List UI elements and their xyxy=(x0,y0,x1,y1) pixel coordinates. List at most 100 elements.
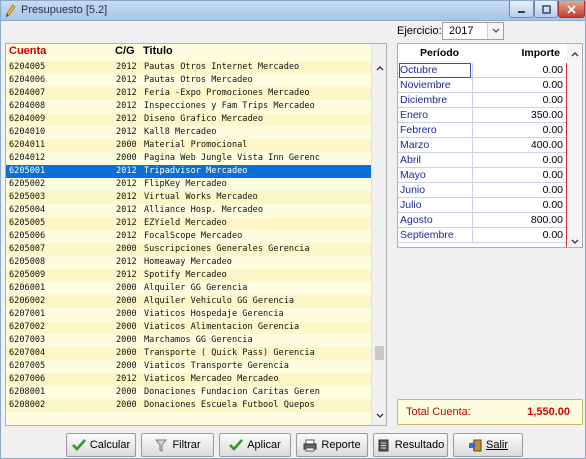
cell-cg: 2000 xyxy=(116,348,137,358)
period-grid-scrollbar[interactable] xyxy=(567,44,582,247)
scroll-down-button[interactable] xyxy=(372,408,386,423)
cell-titulo: Alquiler GG Gerencia xyxy=(144,283,248,293)
period-importe[interactable]: 0.00 xyxy=(543,64,563,76)
cell-cuenta: 6204010 xyxy=(9,127,46,137)
period-row[interactable]: Junio 0.00 xyxy=(398,183,568,198)
account-row[interactable]: 6205007 2000 Suscripciones Generales Geren… xyxy=(6,243,372,256)
period-rows: Octubre 0.00 Noviembre 0.00 Diciembre 0.00 Ene… xyxy=(398,63,568,243)
period-importe[interactable]: 0.00 xyxy=(543,169,563,181)
header-cg[interactable]: C/G xyxy=(115,45,135,57)
scroll-up-button[interactable] xyxy=(372,60,386,75)
salir-button[interactable]: Salir xyxy=(453,433,523,457)
check-icon xyxy=(71,438,86,452)
cell-cg: 2000 xyxy=(116,153,137,163)
account-row[interactable]: 6205009 2012 Spotify Mercadeo xyxy=(6,269,372,282)
period-row[interactable]: Febrero 0.00 xyxy=(398,123,568,138)
account-row[interactable]: 6207004 2000 Transporte ( Quick Pass) Gere… xyxy=(6,347,372,360)
period-scroll-up-button[interactable] xyxy=(567,46,582,61)
account-row[interactable]: 6207001 2000 Viaticos Hospedaje Gerencia xyxy=(6,308,372,321)
account-row[interactable]: 6204006 2012 Pautas Otros Mercadeo xyxy=(6,74,372,87)
account-row[interactable]: 6204005 2012 Pautas Otros Internet Mercade… xyxy=(6,61,372,74)
period-importe[interactable]: 0.00 xyxy=(543,94,563,106)
period-importe[interactable]: 0.00 xyxy=(543,229,563,241)
account-row[interactable]: 6204009 2012 Diseno Grafico Mercadeo xyxy=(6,113,372,126)
scroll-thumb[interactable] xyxy=(375,346,384,360)
period-row[interactable]: Octubre 0.00 xyxy=(398,63,568,78)
account-row[interactable]: 6205003 2012 Virtual Works Mercadeo xyxy=(6,191,372,204)
cell-cg: 2012 xyxy=(116,192,137,202)
period-importe[interactable]: 0.00 xyxy=(543,154,563,166)
cell-divider xyxy=(472,153,473,168)
account-row[interactable]: 6205001 2012 Tripadvisor Mercadeo xyxy=(6,165,372,178)
account-row[interactable]: 6205002 2012 FlipKey Mercadeo xyxy=(6,178,372,191)
period-importe[interactable]: 0.00 xyxy=(543,124,563,136)
reporte-button[interactable]: Reporte xyxy=(296,433,368,457)
cell-cuenta: 6208002 xyxy=(9,400,46,410)
ejercicio-select[interactable]: 2017 xyxy=(442,22,504,40)
account-row[interactable]: 6207006 2012 Viaticos Mercadeo Mercadeo xyxy=(6,373,372,386)
cell-cg: 2000 xyxy=(116,283,137,293)
period-importe[interactable]: 350.00 xyxy=(531,109,563,121)
period-row[interactable]: Mayo 0.00 xyxy=(398,168,568,183)
period-row[interactable]: Agosto 800.00 xyxy=(398,213,568,228)
cell-cg: 2012 xyxy=(116,218,137,228)
ejercicio-dropdown-button[interactable] xyxy=(487,23,503,39)
cell-cg: 2000 xyxy=(116,387,137,397)
account-row[interactable]: 6207003 2000 Marchamos GG Gerencia xyxy=(6,334,372,347)
cell-cg: 2012 xyxy=(116,127,137,137)
account-row[interactable]: 6206001 2000 Alquiler GG Gerencia xyxy=(6,282,372,295)
account-row[interactable]: 6206002 2000 Alquiler Vehiculo GG Gerencia xyxy=(6,295,372,308)
account-row[interactable]: 6204011 2000 Material Promocional xyxy=(6,139,372,152)
title-bar[interactable]: Presupuesto [5.2] xyxy=(1,1,585,21)
period-row[interactable]: Noviembre 0.00 xyxy=(398,78,568,93)
cell-cg: 2012 xyxy=(116,179,137,189)
minimize-button[interactable] xyxy=(509,1,534,18)
account-list[interactable]: Cuenta C/G Titulo 6204005 2012 Pautas Otro… xyxy=(5,43,387,426)
account-row[interactable]: 6204012 2000 Pagina Web Jungle Vista Inn G… xyxy=(6,152,372,165)
period-row[interactable]: Septiembre 0.00 xyxy=(398,228,568,243)
total-cuenta-box: Total Cuenta: 1,550.00 xyxy=(397,399,583,425)
account-list-scrollbar[interactable] xyxy=(371,44,386,425)
account-row[interactable]: 6205006 2012 FocalScope Mercadeo xyxy=(6,230,372,243)
period-row[interactable]: Abril 0.00 xyxy=(398,153,568,168)
period-row[interactable]: Julio 0.00 xyxy=(398,198,568,213)
account-row[interactable]: 6205004 2012 Alliance Hosp. Mercadeo xyxy=(6,204,372,217)
resultado-button[interactable]: Resultado xyxy=(373,433,448,457)
aplicar-button[interactable]: Aplicar xyxy=(219,433,291,457)
account-row[interactable]: 6208002 2000 Donaciones Escuela Futbool Qu… xyxy=(6,399,372,412)
close-button[interactable] xyxy=(558,1,585,18)
cell-titulo: Pautas Otros Mercadeo xyxy=(144,75,253,85)
period-importe[interactable]: 400.00 xyxy=(531,139,563,151)
cell-divider xyxy=(472,78,473,93)
account-row[interactable]: 6204007 2012 Feria -Expo Promociones Merca… xyxy=(6,87,372,100)
close-icon xyxy=(567,4,576,14)
header-cuenta[interactable]: Cuenta xyxy=(9,45,46,57)
period-importe[interactable]: 0.00 xyxy=(543,184,563,196)
period-row[interactable]: Marzo 400.00 xyxy=(398,138,568,153)
period-row[interactable]: Diciembre 0.00 xyxy=(398,93,568,108)
period-row[interactable]: Enero 350.00 xyxy=(398,108,568,123)
period-importe[interactable]: 0.00 xyxy=(543,79,563,91)
account-row[interactable]: 6207005 2000 Viaticos Transporte Gerencia xyxy=(6,360,372,373)
period-importe[interactable]: 800.00 xyxy=(531,214,563,226)
period-grid-header: Período Importe xyxy=(398,44,568,62)
account-row[interactable]: 6204008 2012 Inspecciones y Fam Trips Merc… xyxy=(6,100,372,113)
cell-cuenta: 6205003 xyxy=(9,192,46,202)
period-grid[interactable]: Período Importe Octubre 0.00 Noviembre 0.00… xyxy=(397,43,583,248)
account-row[interactable]: 6208001 2000 Donaciones Fundacion Caritas … xyxy=(6,386,372,399)
cell-cuenta: 6205004 xyxy=(9,205,46,215)
cell-cuenta: 6207003 xyxy=(9,335,46,345)
filtrar-button[interactable]: Filtrar xyxy=(141,433,214,457)
account-row[interactable]: 6205005 2012 EZYield Mercadeo xyxy=(6,217,372,230)
maximize-button[interactable] xyxy=(534,1,558,18)
cell-cuenta: 6205008 xyxy=(9,257,46,267)
cell-cuenta: 6204006 xyxy=(9,75,46,85)
period-scroll-down-button[interactable] xyxy=(567,234,582,247)
cell-cg: 2012 xyxy=(116,231,137,241)
account-row[interactable]: 6204010 2012 Kall8 Mercadeo xyxy=(6,126,372,139)
account-row[interactable]: 6207002 2000 Viaticos Alimentacion Gerenci… xyxy=(6,321,372,334)
period-importe[interactable]: 0.00 xyxy=(543,199,563,211)
calcular-button[interactable]: Calcular xyxy=(66,433,136,457)
account-row[interactable]: 6205008 2012 Homeaway Mercadeo xyxy=(6,256,372,269)
header-titulo[interactable]: Titulo xyxy=(143,45,173,57)
